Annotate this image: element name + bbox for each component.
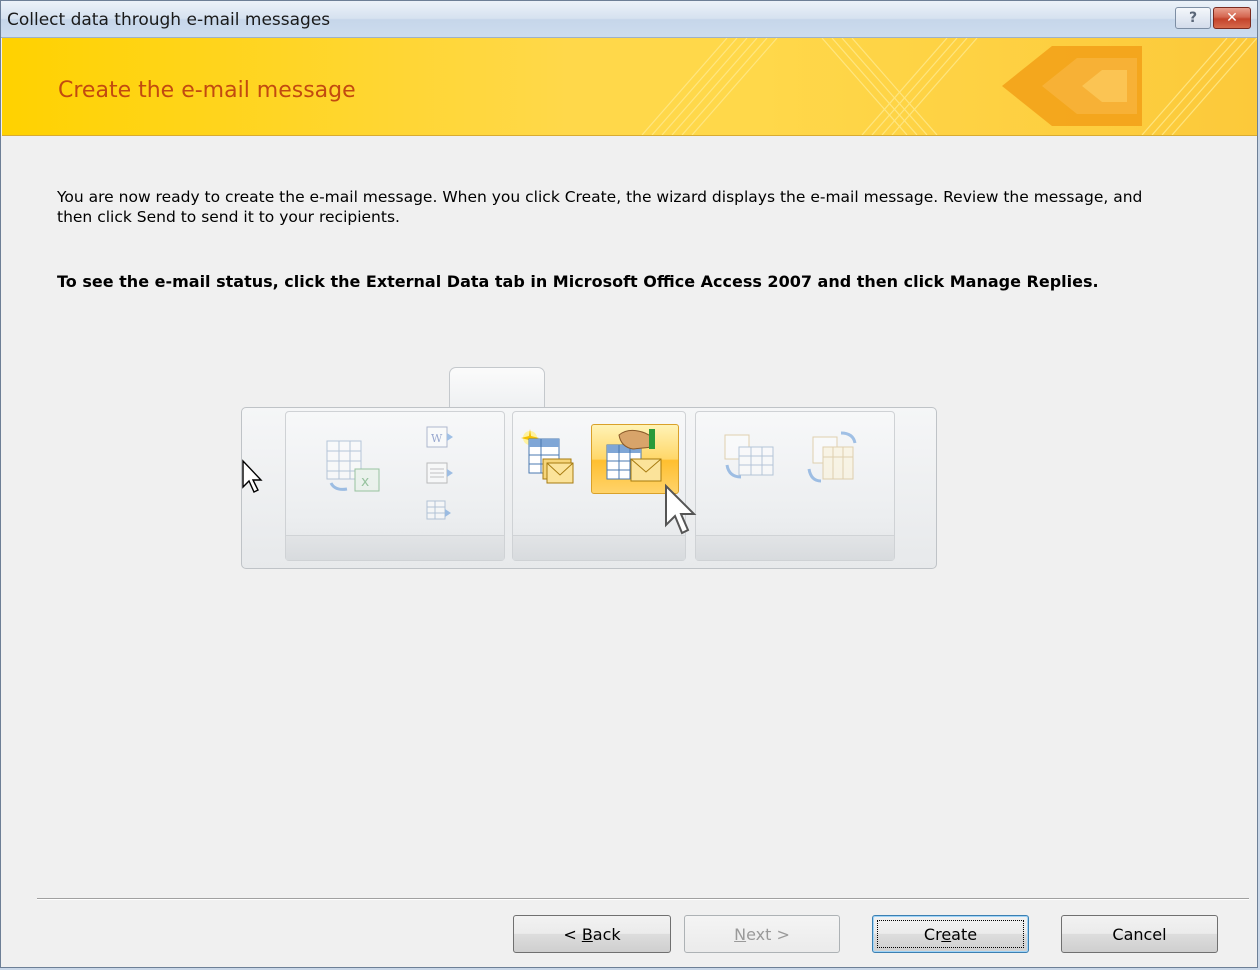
label-part: ext > <box>746 924 790 944</box>
label-part: ack <box>592 924 621 944</box>
back-button-label: < Back <box>563 925 620 944</box>
access-key: e <box>941 924 952 944</box>
mouse-cursor-icon <box>242 459 263 493</box>
ribbon-illustration: x W <box>241 367 937 569</box>
label-part: < <box>563 924 582 944</box>
next-button[interactable]: Next > <box>684 915 840 953</box>
svg-text:W: W <box>431 432 443 445</box>
status-note: To see the e-mail status, click the Exte… <box>57 272 1099 291</box>
cancel-button[interactable]: Cancel <box>1061 915 1218 953</box>
group-label-bar <box>696 535 894 560</box>
access-key: N <box>734 924 747 944</box>
create-email-icon <box>521 429 574 484</box>
wizard-header: Create the e-mail message <box>2 38 1257 136</box>
svg-text:x: x <box>361 474 369 490</box>
access-key: B <box>581 924 593 944</box>
excel-export-icon: x <box>326 440 380 492</box>
create-button[interactable]: Create <box>872 915 1029 953</box>
group-label-bar <box>286 535 504 560</box>
back-button[interactable]: < Back <box>513 915 671 953</box>
wizard-window: Collect data through e-mail messages ? ✕ <box>0 0 1258 968</box>
close-icon: ✕ <box>1226 10 1238 26</box>
group-label-bar <box>513 535 685 560</box>
page-title: Create the e-mail message <box>58 78 356 103</box>
manage-replies-icon <box>606 429 662 482</box>
title-bar: Collect data through e-mail messages ? ✕ <box>1 1 1257 38</box>
ribbon-tab <box>449 367 545 409</box>
create-button-label: Create <box>924 925 977 944</box>
next-button-label: Next > <box>734 925 790 944</box>
ribbon-group-export <box>285 411 505 561</box>
move-table-icon <box>807 431 857 483</box>
label-part: ate <box>951 924 978 944</box>
close-button[interactable]: ✕ <box>1213 7 1251 29</box>
help-button[interactable]: ? <box>1175 7 1211 29</box>
table-export-icon <box>426 500 451 520</box>
mouse-cursor-icon <box>665 483 697 535</box>
window-title: Collect data through e-mail messages <box>7 10 331 30</box>
intro-text: You are now ready to create the e-mail m… <box>57 188 1143 226</box>
footer-divider-highlight <box>37 899 1249 900</box>
word-export-icon: W <box>426 426 453 448</box>
label-part: Cr <box>923 924 942 944</box>
sync-icon <box>724 434 774 479</box>
text-file-export-icon <box>426 462 453 484</box>
